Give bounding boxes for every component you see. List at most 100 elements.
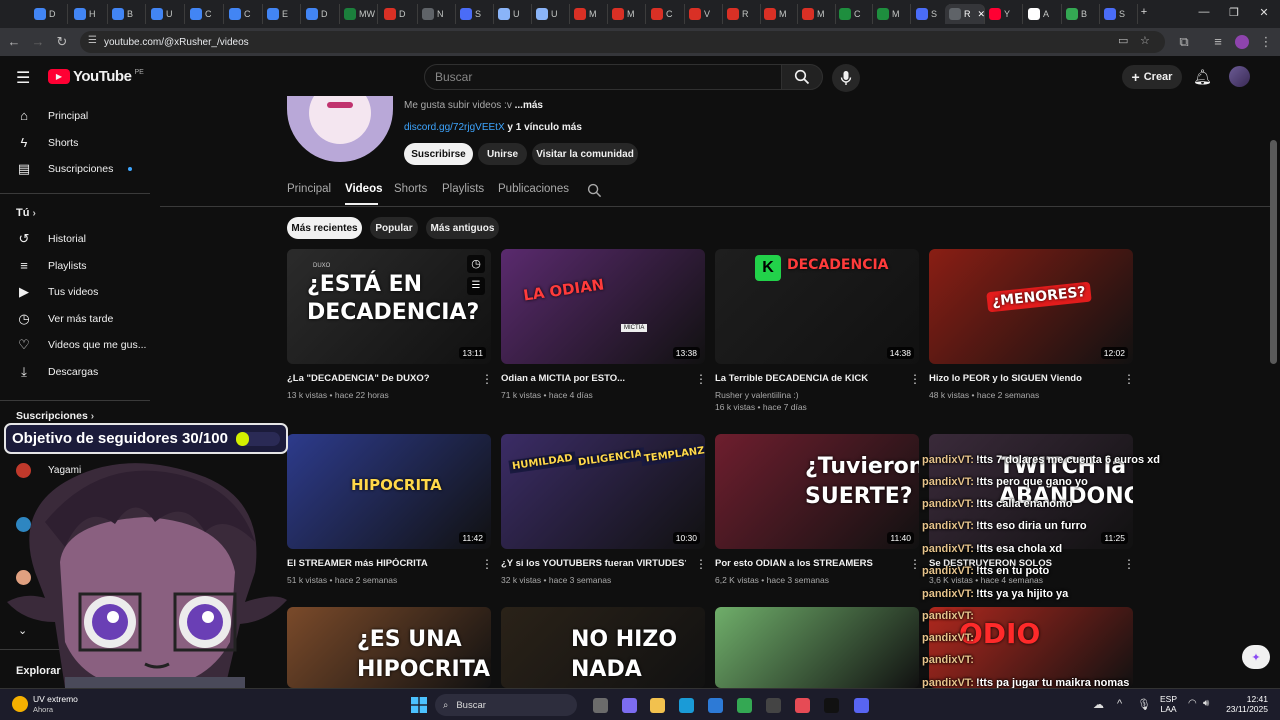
chrome-icon[interactable] [737, 698, 752, 713]
browser-tab[interactable]: M [608, 4, 646, 24]
video-options-icon[interactable]: ⋮ [909, 372, 921, 386]
browser-tab[interactable]: D [302, 4, 340, 24]
clock[interactable]: 12:41 23/11/2025 [1226, 694, 1268, 714]
more-links-button[interactable]: y 1 vínculo más [507, 122, 581, 133]
browser-tab[interactable]: U [532, 4, 570, 24]
close-tab-icon[interactable]: ✕ [978, 9, 985, 20]
assistant-floating-button[interactable]: ✦ [1242, 645, 1270, 669]
browser-tab[interactable]: C [225, 4, 263, 24]
video-thumbnail[interactable]: ¿ESTÁ EN DECADENCIA? DUXO ◷ ☰ 13:11 [287, 249, 491, 364]
video-thumbnail[interactable]: ¿ES UNA HIPOCRITA? [287, 607, 491, 688]
video-thumbnail[interactable]: LA ODIAN MICTIA 13:38 [501, 249, 705, 364]
video-options-icon[interactable]: ⋮ [481, 372, 493, 386]
you-section-header[interactable]: Tú › [16, 207, 36, 219]
browser-tab[interactable]: M [873, 4, 911, 24]
new-tab-button[interactable]: + [1136, 6, 1152, 18]
language-indicator[interactable]: ESP LAA [1160, 694, 1177, 714]
sidebar-item-shorts[interactable]: ϟ Shorts [0, 130, 155, 156]
browser-tab[interactable]: U [494, 4, 532, 24]
page-scrollbar[interactable] [1270, 140, 1277, 364]
windows-start-icon[interactable] [411, 697, 427, 713]
tab-shorts[interactable]: Shorts [394, 183, 427, 195]
youtube-logo[interactable]: ▶ YouTube PE [48, 68, 144, 85]
file-explorer-icon[interactable] [593, 698, 608, 713]
store-icon[interactable] [708, 698, 723, 713]
browser-tab[interactable]: B [108, 4, 146, 24]
edge-icon[interactable] [679, 698, 694, 713]
video-card[interactable]: HIPOCRITA 11:42 El STREAMER más HIPÓCRITA ⋮… [287, 434, 493, 585]
video-options-icon[interactable]: ⋮ [1123, 372, 1135, 386]
browser-tab[interactable]: S [1100, 4, 1138, 24]
address-bar[interactable]: ☰ youtube.com/@xRusher_/videos ▭ ☆ [80, 31, 1165, 53]
channel-description[interactable]: Me gusta subir videos :v ...más [404, 100, 543, 111]
sidebar-item-playlists[interactable]: ≡ Playlists [0, 253, 155, 279]
copilot-icon[interactable] [622, 698, 637, 713]
sidebar-item-suscripciones[interactable]: ▤ Suscripciones [0, 156, 155, 182]
video-title[interactable]: Hizo lo PEOR y lo SIGUEN Viendo [929, 373, 1114, 384]
reading-list-icon[interactable]: ≡ [1210, 34, 1226, 49]
browser-tab[interactable]: R ✕ [945, 4, 985, 24]
sidebar-item-downloads[interactable]: ⤓ Descargas [0, 359, 155, 385]
sidebar-item-liked[interactable]: ♡ Videos que me gus... [0, 332, 155, 358]
video-title[interactable]: El STREAMER más HIPÓCRITA [287, 558, 472, 569]
video-title[interactable]: La Terrible DECADENCIA de KICK [715, 373, 900, 384]
tab-publicaciones[interactable]: Publicaciones [498, 183, 569, 195]
voice-search-button[interactable] [832, 64, 860, 92]
create-button[interactable]: + Crear [1122, 65, 1182, 89]
video-options-icon[interactable]: ⋮ [695, 557, 707, 571]
account-avatar[interactable] [1229, 66, 1250, 87]
bookmark-star-icon[interactable]: ☆ [1140, 34, 1150, 47]
video-card[interactable]: ¿ESTÁ EN DECADENCIA? DUXO ◷ ☰ 13:11 ¿La "DECA… [287, 249, 493, 400]
subscriptions-section-header[interactable]: Suscripciones › [16, 410, 94, 422]
visit-community-button[interactable]: Visitar la comunidad [532, 143, 638, 165]
video-thumbnail[interactable]: ¿Tuvieron SUERTE? 11:40 [715, 434, 919, 549]
browser-tab[interactable]: V [685, 4, 723, 24]
profile-avatar[interactable] [1235, 35, 1249, 49]
browser-tab[interactable]: B [1062, 4, 1100, 24]
discord-link[interactable]: discord.gg/72rjgVEEtX [404, 122, 505, 133]
more-link[interactable]: ...más [515, 100, 543, 111]
browser-tab[interactable]: N [418, 4, 456, 24]
video-card[interactable]: ¿Tuvieron SUERTE? 11:40 Por esto ODIAN a lo… [715, 434, 921, 585]
cast-icon[interactable]: ▭ [1118, 34, 1128, 47]
browser-tab[interactable]: M [760, 4, 798, 24]
video-card[interactable] [715, 607, 919, 688]
video-options-icon[interactable]: ⋮ [1123, 557, 1135, 571]
browser-tab[interactable]: M [798, 4, 836, 24]
volume-icon[interactable]: 🔊︎ [1203, 698, 1209, 709]
video-card[interactable]: ¿ES UNA HIPOCRITA? [287, 607, 491, 688]
browser-tab[interactable]: C [186, 4, 224, 24]
filter-recent[interactable]: Más recientes [287, 217, 362, 239]
tab-playlists[interactable]: Playlists [442, 183, 484, 195]
weather-icon[interactable] [12, 696, 28, 712]
browser-tab[interactable]: Y [985, 4, 1023, 24]
browser-tab[interactable]: D [30, 4, 68, 24]
microphone-tray-icon[interactable]: 🎙︎ [1137, 698, 1151, 711]
obs-icon[interactable] [766, 698, 781, 713]
browser-tab[interactable]: M [570, 4, 608, 24]
sidebar-item-watch-later[interactable]: ◷ Ver más tarde [0, 306, 155, 332]
add-to-queue-hover-icon[interactable]: ☰ [467, 277, 485, 295]
filter-oldest[interactable]: Más antiguos [426, 217, 499, 239]
video-title[interactable]: Odian a MICTIA por ESTO... [501, 373, 686, 384]
forward-icon[interactable]: → [30, 34, 46, 49]
discord-icon[interactable] [854, 698, 869, 713]
tray-overflow-icon[interactable]: ^ [1117, 698, 1122, 710]
wifi-icon[interactable]: ◠ [1188, 698, 1197, 709]
browser-menu-icon[interactable]: ⋮ [1258, 34, 1274, 50]
video-card[interactable]: HUMILDAD DILIGENCIA TEMPLANZA 10:30 ¿Y si lo… [501, 434, 707, 585]
weather-label[interactable]: UV extremo [33, 694, 78, 704]
minimize-button[interactable]: — [1196, 6, 1212, 18]
video-thumbnail[interactable]: DECADENCIA K 14:38 [715, 249, 919, 364]
maximize-button[interactable]: ❐ [1226, 6, 1242, 19]
browser-tab[interactable]: H [70, 4, 108, 24]
browser-tab[interactable]: C [835, 4, 873, 24]
browser-tab[interactable]: R [723, 4, 761, 24]
valorant-icon[interactable] [795, 698, 810, 713]
search-input[interactable]: Buscar [424, 64, 782, 90]
browser-tab[interactable]: U [147, 4, 185, 24]
tab-principal[interactable]: Principal [287, 183, 331, 195]
subscribe-button[interactable]: Suscribirse [404, 143, 473, 165]
tab-videos[interactable]: Videos [345, 183, 383, 195]
video-options-icon[interactable]: ⋮ [909, 557, 921, 571]
